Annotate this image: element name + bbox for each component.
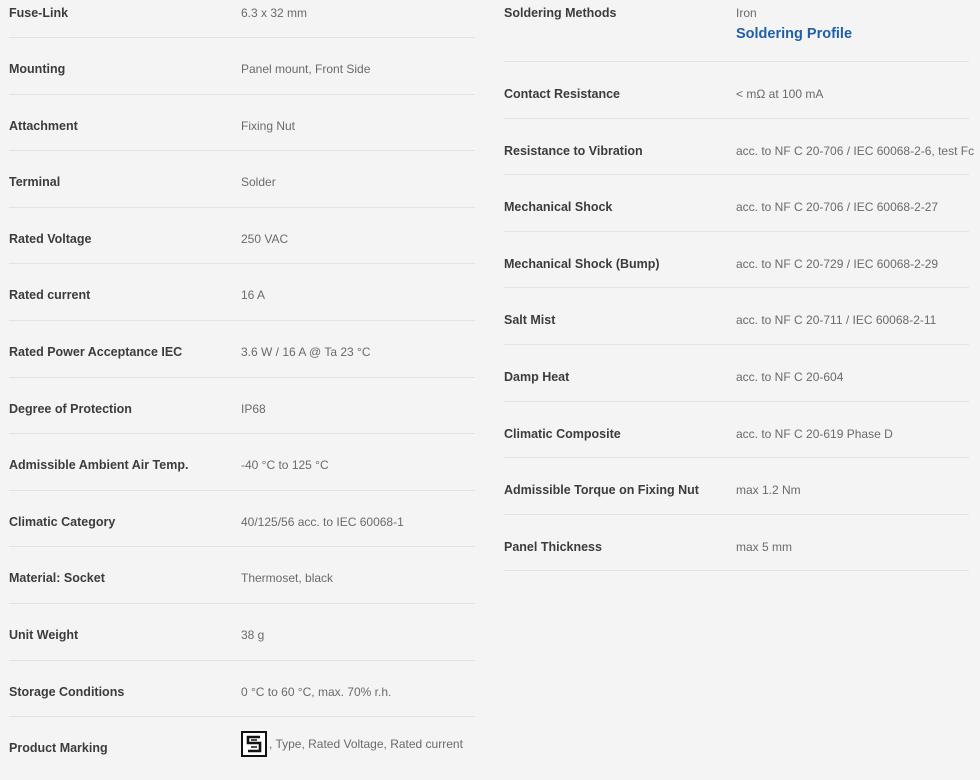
spec-label: Mounting <box>9 62 66 76</box>
soldering-profile-link[interactable]: Soldering Profile <box>736 26 852 42</box>
spec-row: Salt Mist acc. to NF C 20-711 / IEC 6006… <box>504 288 969 345</box>
spec-value: acc. to NF C 20-706 / IEC 60068-2-6, tes… <box>736 143 975 158</box>
spec-row: Rated Voltage 250 VAC <box>9 208 475 265</box>
spec-row: Rated current 16 A <box>9 264 475 321</box>
spec-row: Terminal Solder <box>9 151 475 208</box>
spec-column-right: Soldering Methods Iron Soldering Profile… <box>504 0 974 572</box>
spec-value: acc. to NF C 20-604 <box>736 369 844 384</box>
product-marking-value: , Type, Rated Voltage, Rated current <box>241 731 463 758</box>
spec-label: Admissible Ambient Air Temp. <box>9 458 189 473</box>
spec-value: , Type, Rated Voltage, Rated current <box>269 737 463 752</box>
spec-label: Resistance to Vibration <box>504 143 643 158</box>
spec-label: Rated Voltage <box>9 231 92 246</box>
spec-value: IP68 <box>241 401 266 416</box>
spec-value: acc. to NF C 20-619 Phase D <box>736 426 893 441</box>
spec-label: Climatic Category <box>9 514 116 529</box>
manufacturer-logo-icon <box>241 731 267 758</box>
spec-value: 0 °C to 60 °C, max. 70% r.h. <box>241 684 392 699</box>
spec-label: Panel Thickness <box>504 539 602 554</box>
spec-label: Product Marking <box>9 741 108 756</box>
spec-row: Material: Socket Thermoset, black <box>9 547 475 604</box>
spec-label: Admissible Torque on Fixing Nut <box>504 483 699 498</box>
spec-row: Degree of Protection IP68 <box>9 378 475 435</box>
spec-value: 3.6 W / 16 A @ Ta 23 °C <box>241 344 371 359</box>
spec-value: Fixing Nut <box>241 118 296 133</box>
spec-row: Climatic Category 40/125/56 acc. to IEC … <box>9 491 475 548</box>
spec-row: Climatic Composite acc. to NF C 20-619 P… <box>504 402 969 459</box>
spec-label: Salt Mist <box>504 313 556 328</box>
spec-label: Storage Conditions <box>9 684 125 699</box>
spec-value: max 1.2 Nm <box>736 483 801 498</box>
spec-label: Climatic Composite <box>504 426 621 441</box>
spec-label: Rated current <box>9 288 91 303</box>
spec-value: Thermoset, black <box>241 571 334 586</box>
spec-label: Unit Weight <box>9 627 79 642</box>
spec-label: Contact Resistance <box>504 87 621 101</box>
spec-row: Product Marking , Type, Rated Voltage, R… <box>9 717 475 777</box>
spec-row: Attachment Fixing Nut <box>9 95 475 152</box>
spec-row: Mechanical Shock acc. to NF C 20-706 / I… <box>504 175 969 232</box>
spec-row: Unit Weight 38 g <box>9 604 475 661</box>
spec-value: 16 A <box>241 288 266 303</box>
spec-value: acc. to NF C 20-706 / IEC 60068-2-27 <box>736 200 939 215</box>
spec-value: acc. to NF C 20-729 / IEC 60068-2-29 <box>736 256 939 271</box>
spec-value: 6.3 x 32 mm <box>241 6 308 20</box>
spec-label: Mechanical Shock <box>504 200 613 215</box>
spec-label: Soldering Methods <box>504 6 617 20</box>
spec-label: Rated Power Acceptance IEC <box>9 344 183 359</box>
spec-value: Panel mount, Front Side <box>241 62 371 76</box>
spec-row: Fuse-Link 6.3 x 32 mm <box>9 0 475 38</box>
spec-label: Attachment <box>9 118 78 133</box>
spec-value: max 5 mm <box>736 539 793 554</box>
spec-label: Terminal <box>9 175 61 190</box>
spec-value: Solder <box>241 175 276 190</box>
spec-row: Admissible Ambient Air Temp. -40 °C to 1… <box>9 434 475 491</box>
spec-row: Damp Heat acc. to NF C 20-604 <box>504 345 969 402</box>
spec-value: -40 °C to 125 °C <box>241 458 329 473</box>
spec-label: Material: Socket <box>9 571 105 586</box>
spec-row: Mounting Panel mount, Front Side <box>9 38 475 95</box>
spec-row: Resistance to Vibration acc. to NF C 20-… <box>504 119 974 176</box>
spec-label: Fuse-Link <box>9 6 69 20</box>
spec-row: Soldering Methods Iron Soldering Profile <box>504 0 969 62</box>
spec-label: Damp Heat <box>504 369 570 384</box>
spec-value: Iron <box>736 6 757 20</box>
spec-row: Rated Power Acceptance IEC 3.6 W / 16 A … <box>9 321 475 378</box>
spec-value: 38 g <box>241 627 265 642</box>
spec-value: acc. to NF C 20-711 / IEC 60068-2-11 <box>736 313 937 328</box>
spec-value: 250 VAC <box>241 231 289 246</box>
spec-value: 40/125/56 acc. to IEC 60068-1 <box>241 514 404 529</box>
spec-table: Fuse-Link 6.3 x 32 mm Mounting Panel mou… <box>0 0 980 780</box>
spec-row: Mechanical Shock (Bump) acc. to NF C 20-… <box>504 232 969 289</box>
spec-column-left: Fuse-Link 6.3 x 32 mm Mounting Panel mou… <box>9 0 475 777</box>
spec-row: Contact Resistance < mΩ at 100 mA <box>504 62 969 119</box>
spec-label: Mechanical Shock (Bump) <box>504 256 660 271</box>
spec-row: Storage Conditions 0 °C to 60 °C, max. 7… <box>9 661 475 718</box>
spec-row: Admissible Torque on Fixing Nut max 1.2 … <box>504 458 969 515</box>
spec-label: Degree of Protection <box>9 401 132 416</box>
spec-value: < mΩ at 100 mA <box>736 87 824 101</box>
spec-row: Panel Thickness max 5 mm <box>504 515 969 572</box>
